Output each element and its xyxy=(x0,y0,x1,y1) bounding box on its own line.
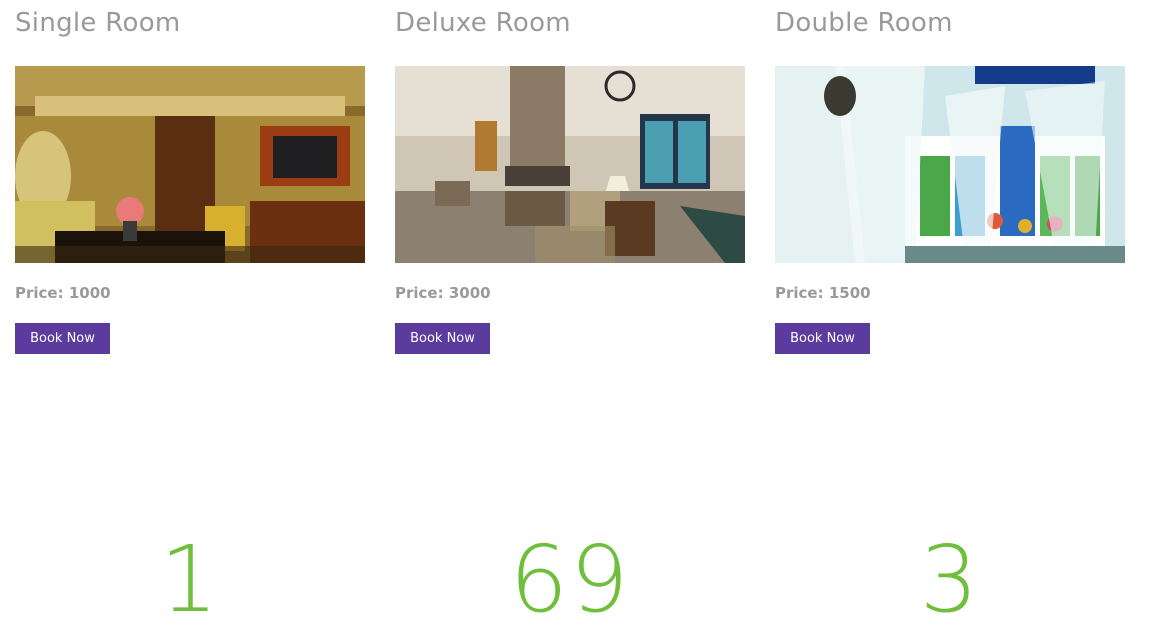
stat-counter: 69 xyxy=(509,526,631,633)
room-price: Price: 1500 xyxy=(775,284,871,302)
book-now-button[interactable]: Book Now xyxy=(775,323,870,354)
room-price: Price: 3000 xyxy=(395,284,491,302)
book-now-button[interactable]: Book Now xyxy=(15,323,110,354)
room-title: Double Room xyxy=(775,8,953,38)
room-title: Deluxe Room xyxy=(395,8,571,38)
room-price: Price: 1000 xyxy=(15,284,111,302)
single-room-photo xyxy=(15,66,365,263)
book-now-button[interactable]: Book Now xyxy=(395,323,490,354)
stat-counter: 1 xyxy=(159,526,221,633)
deluxe-room-photo xyxy=(395,66,745,263)
room-title: Single Room xyxy=(15,8,181,38)
stat-counter: 3 xyxy=(919,526,981,633)
double-room-photo xyxy=(775,66,1125,263)
